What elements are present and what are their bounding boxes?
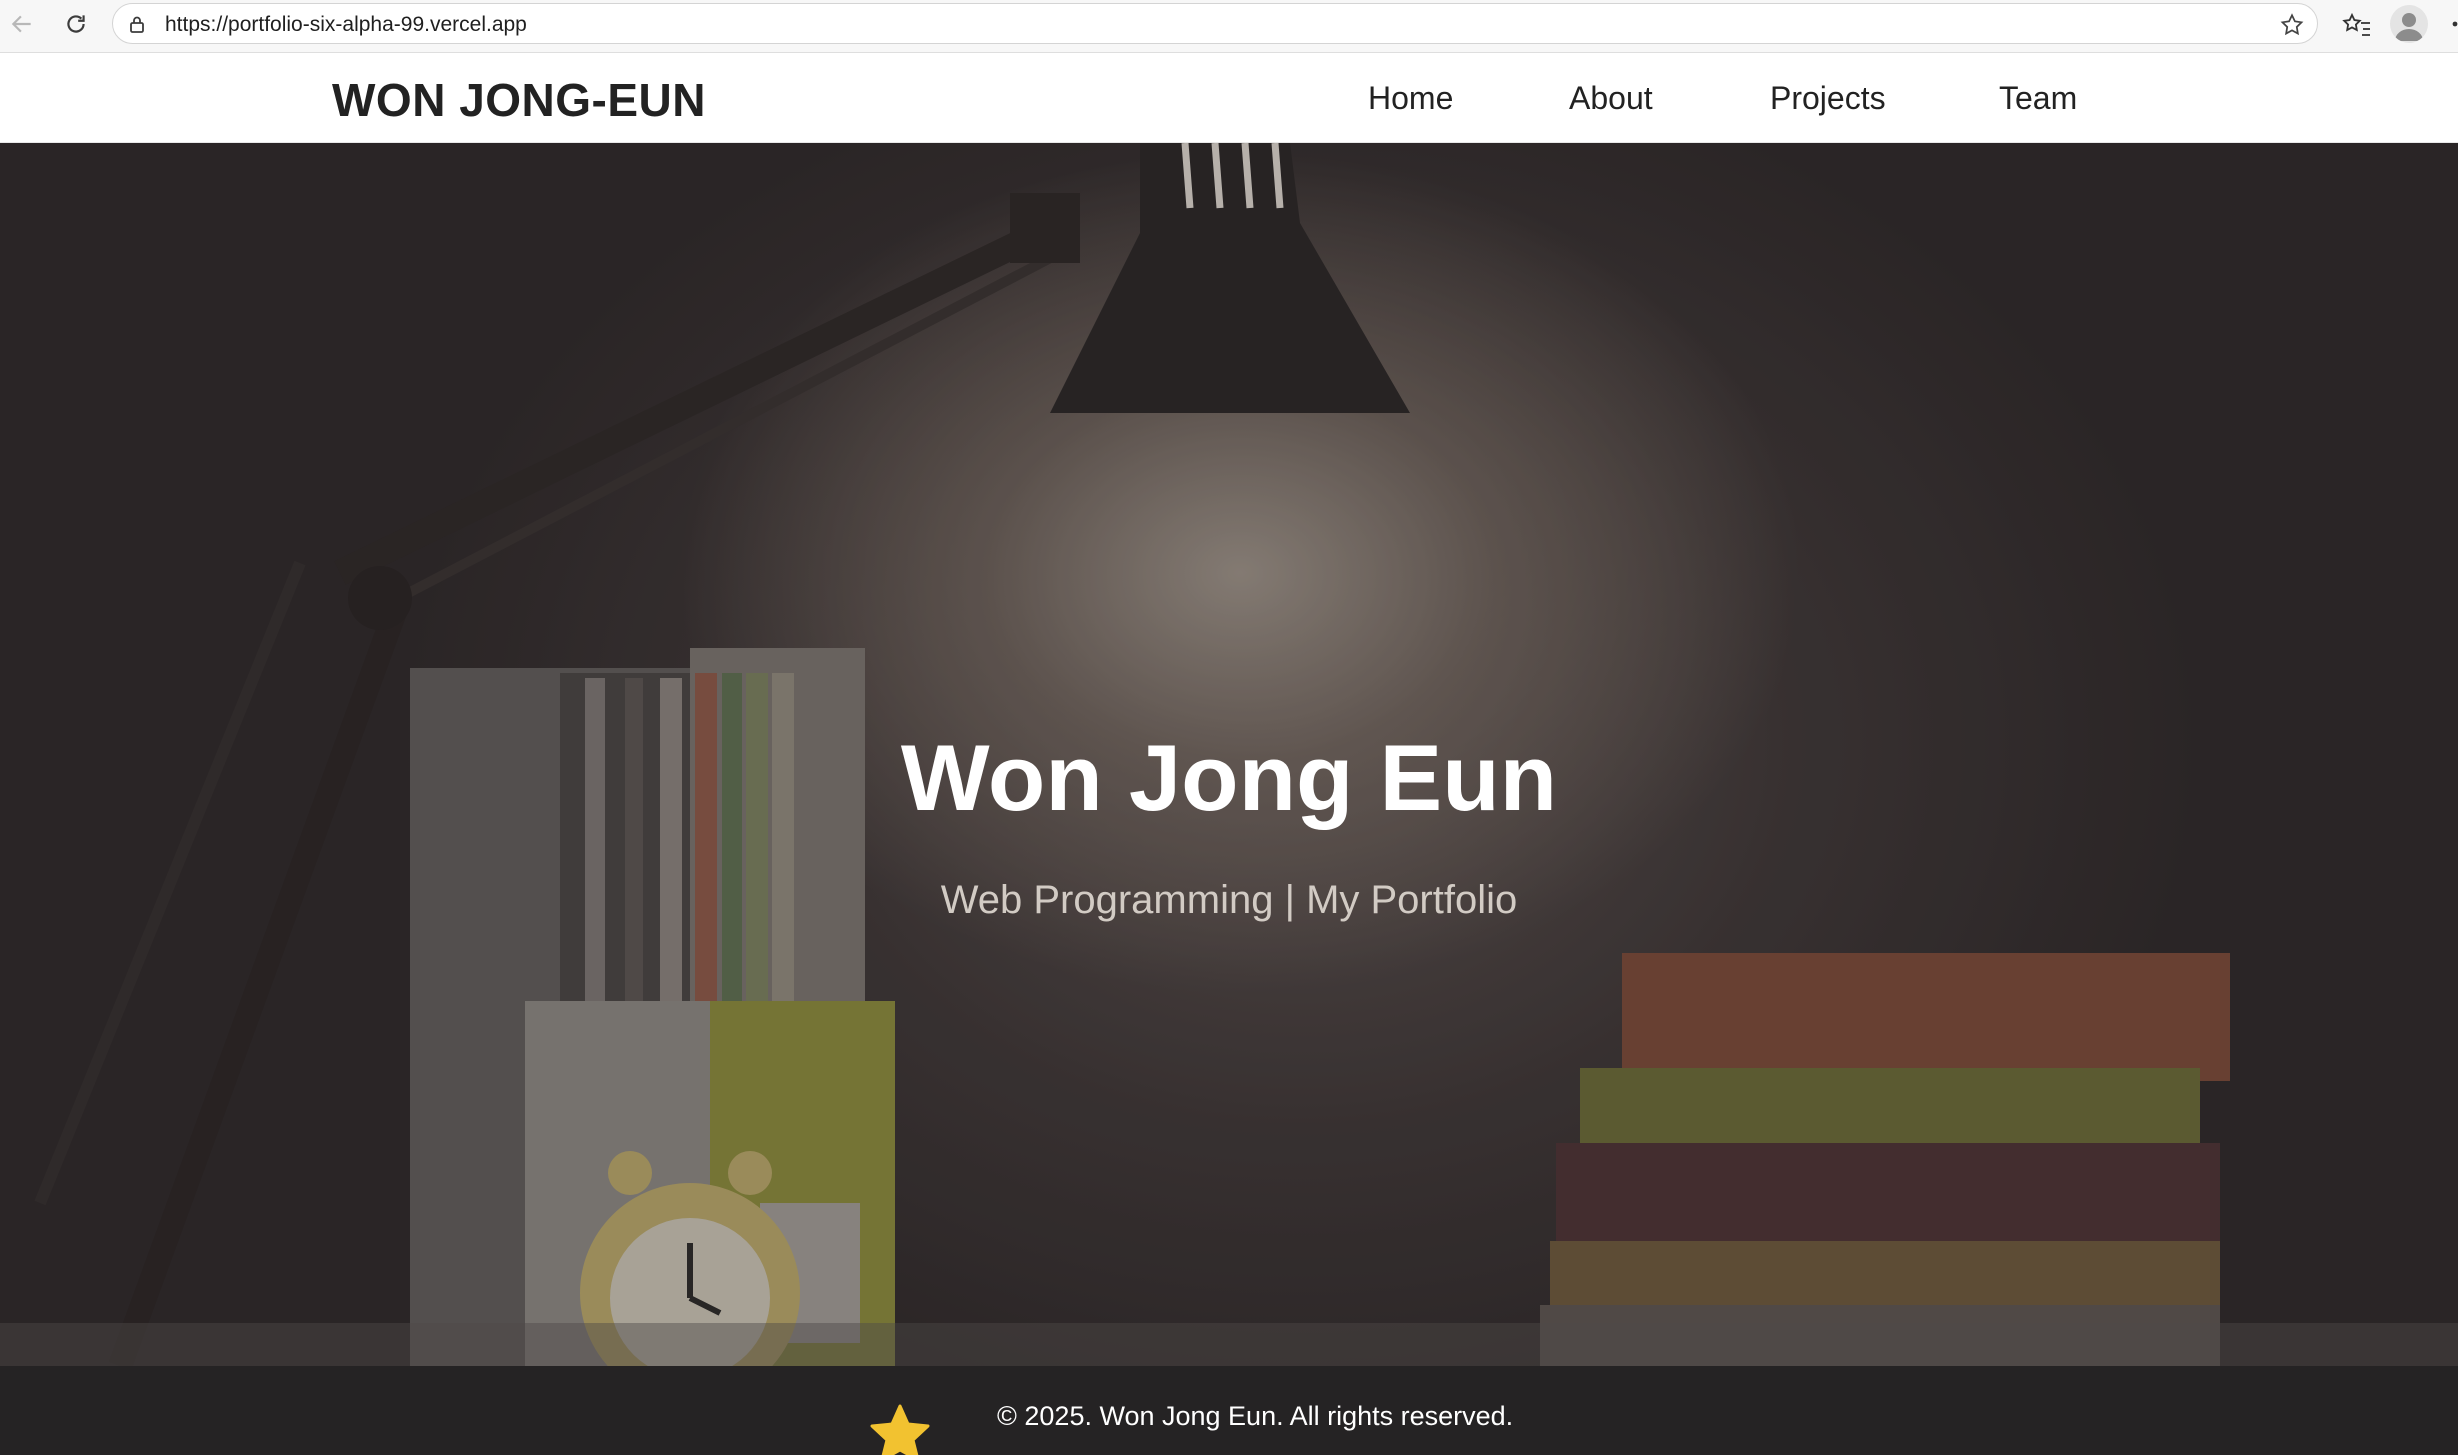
reload-icon — [67, 15, 85, 33]
browser-toolbar: https://portfolio-six-alpha-99.vercel.ap… — [0, 0, 2458, 53]
url-text[interactable]: https://portfolio-six-alpha-99.vercel.ap… — [165, 13, 527, 37]
site-header: WON JONG-EUN Home About Projects Team — [0, 53, 2458, 143]
bookmark-star-icon[interactable] — [2279, 12, 2305, 38]
star-icon — [870, 1404, 930, 1455]
site-brand[interactable]: WON JONG-EUN — [332, 73, 706, 127]
nav-team[interactable]: Team — [1999, 80, 2077, 117]
hero-title: Won Jong Eun — [900, 725, 1558, 830]
address-bar[interactable]: https://portfolio-six-alpha-99.vercel.ap… — [112, 3, 2318, 44]
footer-copyright: © 2025. Won Jong Eun. All rights reserve… — [997, 1401, 1514, 1431]
nav-projects[interactable]: Projects — [1770, 80, 1886, 117]
nav-home[interactable]: Home — [1368, 80, 1453, 117]
arrow-left-icon — [11, 15, 31, 33]
back-button[interactable] — [4, 6, 40, 42]
more-menu-icon[interactable] — [2446, 10, 2458, 38]
lock-icon[interactable] — [127, 14, 147, 34]
profile-button[interactable] — [2390, 5, 2428, 43]
hero-section: Won Jong Eun Web Programming | My Portfo… — [0, 143, 2458, 1366]
avatar-icon — [2395, 13, 2423, 41]
reload-button[interactable] — [58, 6, 94, 42]
favorites-icon[interactable] — [2338, 8, 2374, 44]
hero-subtitle: Web Programming | My Portfolio — [940, 878, 1518, 922]
site-footer: © 2025. Won Jong Eun. All rights reserve… — [0, 1366, 2458, 1455]
nav-about[interactable]: About — [1569, 80, 1653, 117]
